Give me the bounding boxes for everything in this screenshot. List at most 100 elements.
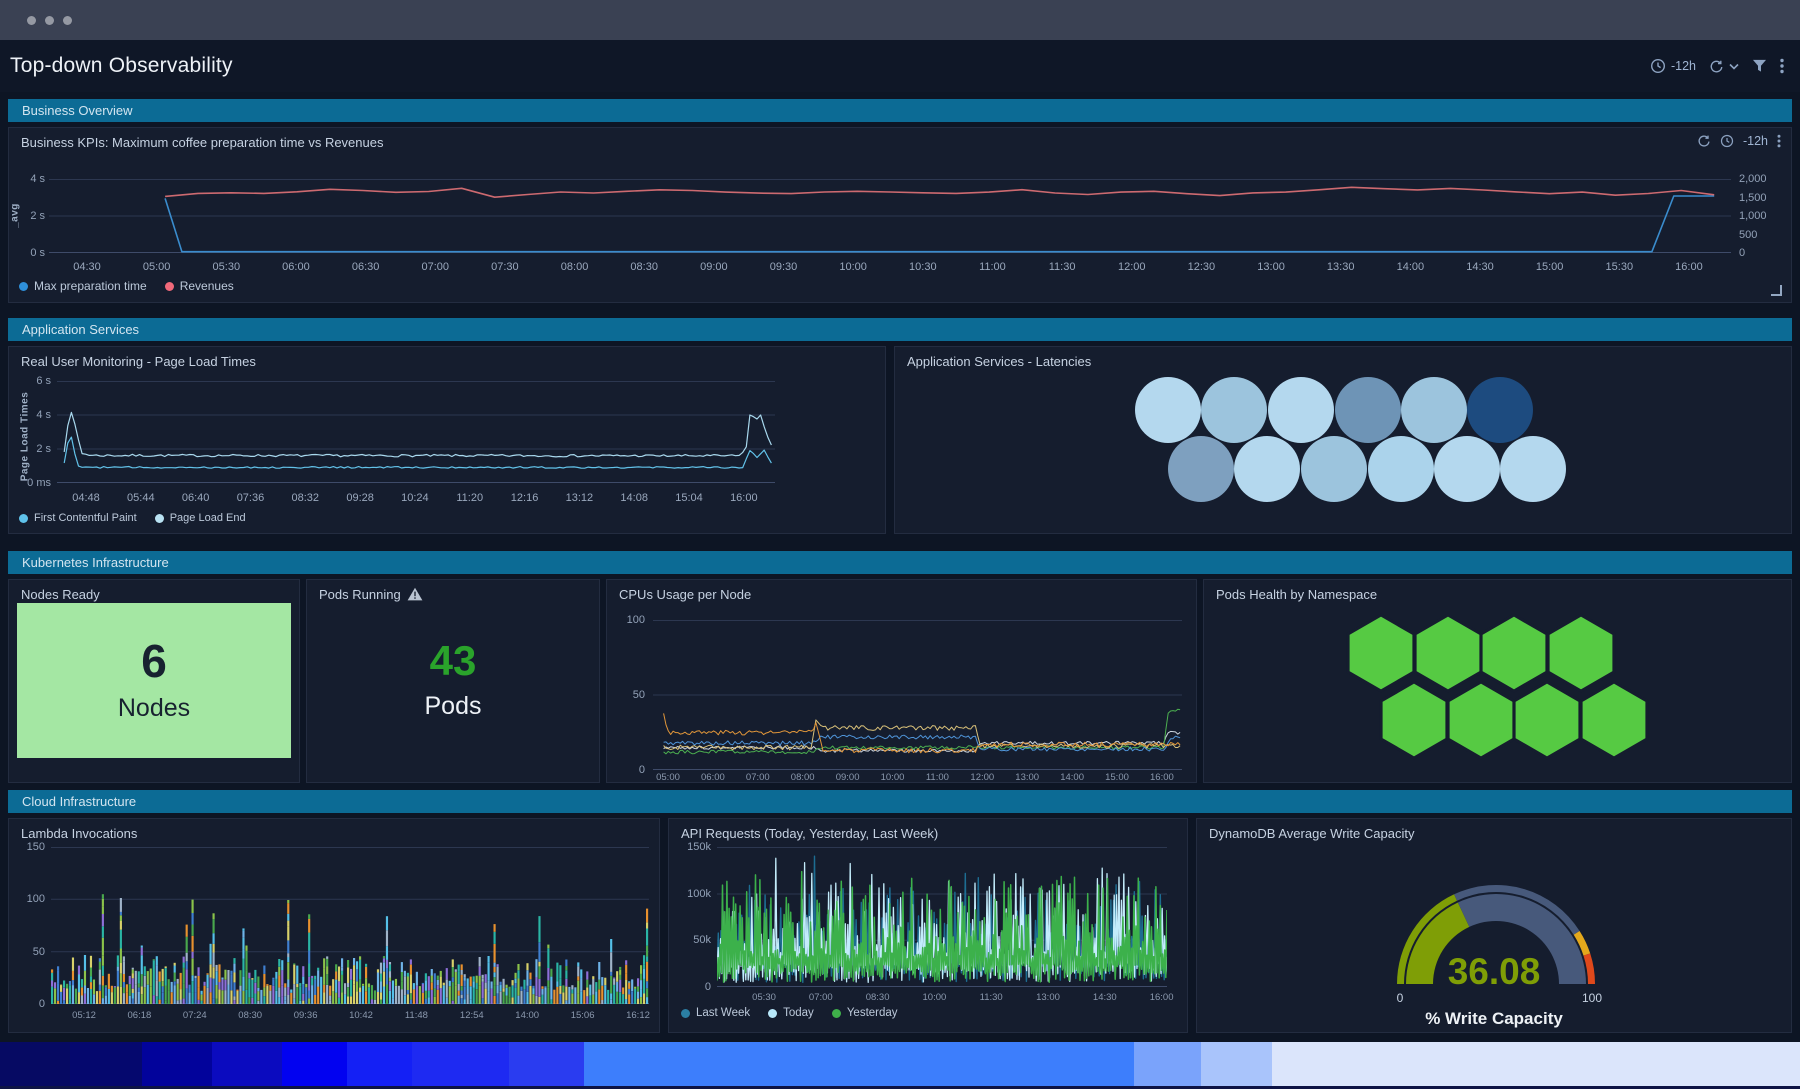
window-button-2[interactable] [45, 16, 54, 25]
business-kpis-chart[interactable] [49, 179, 1731, 253]
y-tick: 6 s [21, 375, 51, 387]
nodes-ready-tile[interactable]: 6 Nodes [17, 603, 291, 758]
pods-count: 43 [430, 640, 477, 682]
x-tick-label: 12:54 [440, 1010, 504, 1021]
window-button-1[interactable] [27, 16, 36, 25]
y-right-tick: 1,500 [1739, 192, 1767, 204]
lambda-bar-chart[interactable] [51, 847, 649, 1004]
legend-item[interactable]: First Contentful Paint [19, 512, 137, 524]
api-requests-chart[interactable] [717, 847, 1167, 987]
y-tick: 150 [15, 841, 45, 853]
panel-cpus-usage[interactable]: CPUs Usage per Node 100 50 0 05:0006:000… [606, 579, 1197, 783]
y-right-tick: 2,000 [1739, 173, 1767, 185]
legend-item[interactable]: Revenues [165, 279, 234, 293]
heatmap-cell[interactable] [412, 1042, 509, 1086]
x-tick-label: 10:42 [329, 1010, 393, 1021]
y-tick: 100 [615, 614, 645, 626]
window-titlebar [0, 0, 1800, 40]
x-axis: 05:0006:0007:0008:0009:0010:0011:0012:00… [607, 772, 1196, 786]
y-tick: 150k [677, 841, 711, 853]
chart-legend: Last Week Today Yesterday [681, 1007, 898, 1019]
legend-item[interactable]: Today [768, 1007, 814, 1019]
heatmap-cell[interactable] [282, 1042, 347, 1086]
x-tick-label: 08:30 [612, 261, 676, 273]
dashboard-controls: -12h [1650, 58, 1784, 74]
gauge-min-label: 0 [1383, 991, 1417, 1005]
window-button-3[interactable] [63, 16, 72, 25]
heatmap-cell[interactable] [70, 1042, 142, 1086]
heatmap-cell[interactable] [1272, 1042, 1800, 1086]
heatmap-cell[interactable] [1201, 1042, 1272, 1086]
panel-dynamodb-write-capacity[interactable]: DynamoDB Average Write Capacity 36.08 0 … [1196, 818, 1792, 1033]
x-tick-label: 11:30 [959, 992, 1023, 1003]
filter-icon[interactable] [1752, 59, 1767, 73]
panel-title: CPUs Usage per Node [619, 587, 751, 602]
refresh-control[interactable] [1709, 59, 1739, 74]
panel-lambda-invocations[interactable]: Lambda Invocations 150 100 50 0 05:1206:… [8, 818, 660, 1033]
heatmap-cell[interactable] [584, 1042, 1134, 1086]
gauge-caption: % Write Capacity [1197, 1009, 1791, 1029]
gauge-max-label: 100 [1575, 991, 1609, 1005]
x-tick-label: 05:00 [125, 261, 189, 273]
x-tick-label: 16:12 [606, 1010, 670, 1021]
kebab-menu-icon[interactable] [1777, 134, 1781, 148]
legend-item[interactable]: Page Load End [155, 512, 246, 524]
y-tick: 100k [677, 888, 711, 900]
warning-icon[interactable] [407, 587, 423, 601]
latency-bubble-chart[interactable] [895, 347, 1789, 533]
refresh-icon[interactable] [1697, 134, 1711, 148]
panel-pods-health[interactable]: Pods Health by Namespace [1203, 579, 1792, 783]
heatmap-cell[interactable] [347, 1042, 412, 1086]
panel-api-requests[interactable]: API Requests (Today, Yesterday, Last Wee… [668, 818, 1188, 1033]
clock-icon [1650, 58, 1666, 74]
kebab-menu-icon[interactable] [1780, 58, 1784, 74]
legend-label: Today [783, 1007, 814, 1019]
rum-chart[interactable] [57, 381, 775, 483]
section-title: Application Services [22, 322, 139, 337]
legend-item[interactable]: Yesterday [832, 1007, 898, 1019]
legend-dot-icon [155, 514, 164, 523]
y-tick: 0 ms [21, 477, 51, 489]
section-title: Cloud Infrastructure [22, 794, 136, 809]
panel-title: Pods Running [319, 587, 401, 602]
x-tick-label: 11:30 [1030, 261, 1094, 273]
heatmap-cell[interactable] [142, 1042, 212, 1086]
pods-health-honeycomb[interactable] [1204, 580, 1791, 782]
panel-title: Business KPIs: Maximum coffee preparatio… [21, 135, 383, 150]
x-tick-label: 07:30 [473, 261, 537, 273]
legend-item[interactable]: Max preparation time [19, 279, 147, 293]
pods-unit: Pods [425, 692, 482, 721]
section-cloud-infrastructure: Cloud Infrastructure [8, 790, 1792, 813]
legend-dot-icon [832, 1009, 841, 1018]
heatmap-cell[interactable] [509, 1042, 584, 1086]
panel-business-kpis[interactable]: Business KPIs: Maximum coffee preparatio… [8, 127, 1792, 303]
legend-label: Page Load End [170, 512, 246, 524]
x-tick-label: 04:30 [55, 261, 119, 273]
heatmap-cell[interactable] [212, 1042, 282, 1086]
x-tick-label: 07:24 [163, 1010, 227, 1021]
heatmap-cell[interactable] [0, 1042, 70, 1086]
resize-handle-icon[interactable] [1771, 285, 1782, 296]
x-tick-label: 09:30 [752, 261, 816, 273]
chevron-down-icon [1729, 63, 1739, 70]
x-tick-label: 07:00 [789, 992, 853, 1003]
heatmap-cell[interactable] [1134, 1042, 1201, 1086]
nodes-count: 6 [141, 638, 167, 684]
pods-running-tile[interactable]: 43 Pods [315, 603, 591, 758]
panel-latencies[interactable]: Application Services - Latencies [894, 346, 1792, 534]
panel-nodes-ready[interactable]: Nodes Ready 6 Nodes [8, 579, 300, 783]
cpus-chart[interactable] [653, 620, 1182, 770]
x-tick-label: 08:30 [846, 992, 910, 1003]
nodes-unit: Nodes [118, 694, 190, 723]
x-tick-label: 14:30 [1073, 992, 1137, 1003]
x-axis: 04:3005:0005:3006:0006:3007:0007:3008:00… [9, 261, 1791, 275]
heatmap-strip[interactable] [0, 1042, 1800, 1086]
clock-icon[interactable] [1720, 134, 1734, 148]
legend-item[interactable]: Last Week [681, 1007, 750, 1019]
timeframe-selector[interactable]: -12h [1650, 58, 1696, 74]
panel-rum-page-load-times[interactable]: Real User Monitoring - Page Load Times P… [8, 346, 886, 534]
y-tick: 0 [15, 998, 45, 1010]
y-tick: 2 s [21, 443, 51, 455]
panel-pods-running[interactable]: Pods Running 43 Pods [306, 579, 600, 783]
panel-title: Real User Monitoring - Page Load Times [21, 354, 256, 369]
